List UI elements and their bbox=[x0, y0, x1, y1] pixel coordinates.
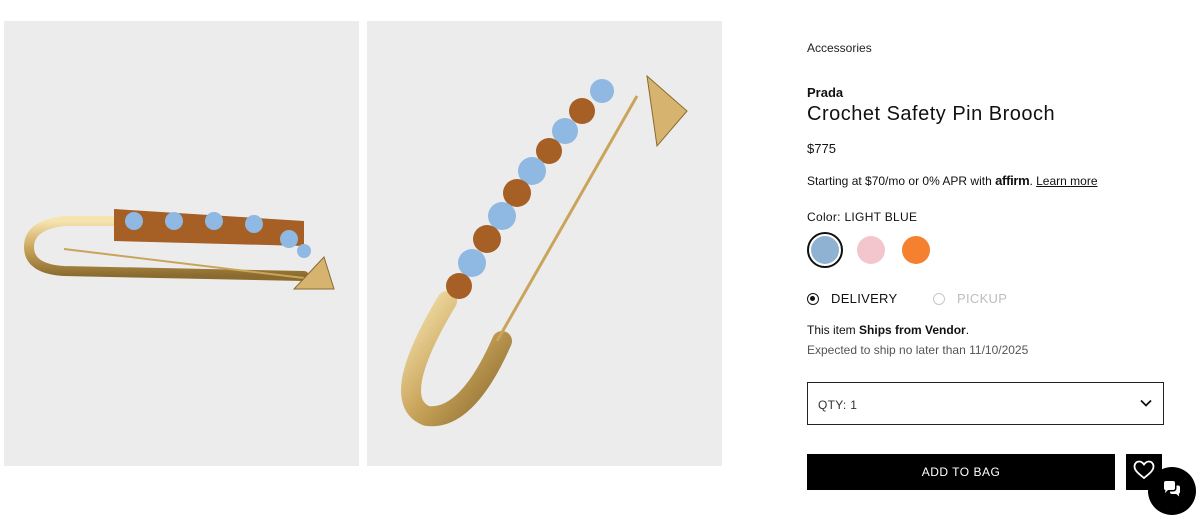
shipping-prefix: This item bbox=[807, 323, 856, 337]
delivery-option[interactable]: DELIVERY bbox=[807, 291, 897, 306]
product-image-2[interactable] bbox=[367, 21, 722, 466]
swatch-light-blue[interactable] bbox=[807, 232, 843, 268]
swatch-pink[interactable] bbox=[853, 232, 889, 268]
product-image-1[interactable] bbox=[4, 21, 359, 466]
pickup-option[interactable]: PICKUP bbox=[933, 291, 1007, 306]
financing-text: Starting at $70/mo or 0% APR with bbox=[807, 174, 992, 188]
pickup-label: PICKUP bbox=[957, 291, 1008, 306]
swatch-dot-orange bbox=[902, 236, 930, 264]
financing-message: Starting at $70/mo or 0% APR with affirm… bbox=[807, 173, 1098, 188]
quantity-label-text: QTY: bbox=[818, 398, 847, 412]
shipping-info: This item Ships from Vendor. bbox=[807, 323, 969, 337]
swatch-dot-pink bbox=[857, 236, 885, 264]
shipping-vendor: Ships from Vendor bbox=[859, 323, 966, 337]
brand-name: Prada bbox=[807, 85, 844, 100]
delivery-radio[interactable] bbox=[807, 292, 819, 305]
delivery-label: DELIVERY bbox=[831, 291, 898, 306]
product-title: Crochet Safety Pin Brooch bbox=[807, 103, 1056, 125]
color-value: LIGHT BLUE bbox=[844, 210, 918, 224]
pickup-radio[interactable] bbox=[933, 292, 945, 305]
breadcrumb[interactable]: Accessories bbox=[807, 41, 872, 55]
quantity-value: 1 bbox=[850, 398, 858, 412]
product-price: $775 bbox=[807, 141, 836, 156]
brooch-angled-illustration bbox=[401, 74, 688, 427]
color-selection-label: Color: LIGHT BLUE bbox=[807, 210, 917, 224]
shipping-suffix: . bbox=[965, 323, 970, 337]
chevron-down-icon bbox=[1139, 396, 1153, 415]
swatch-orange[interactable] bbox=[898, 232, 934, 268]
color-label: Color: bbox=[807, 210, 841, 224]
quantity-label: QTY: 1 bbox=[818, 398, 857, 412]
chat-button[interactable] bbox=[1148, 467, 1196, 515]
quantity-select[interactable]: QTY: 1 bbox=[807, 382, 1164, 425]
add-to-bag-button[interactable]: ADD TO BAG bbox=[807, 454, 1115, 490]
chat-bubbles-icon bbox=[1162, 480, 1182, 503]
expected-ship-date: Expected to ship no later than 11/10/202… bbox=[807, 343, 1029, 357]
learn-more-link[interactable]: Learn more bbox=[1036, 174, 1097, 188]
affirm-logo: affirm bbox=[995, 173, 1030, 188]
swatch-dot-light-blue bbox=[811, 236, 839, 264]
brooch-side-illustration bbox=[23, 209, 335, 290]
